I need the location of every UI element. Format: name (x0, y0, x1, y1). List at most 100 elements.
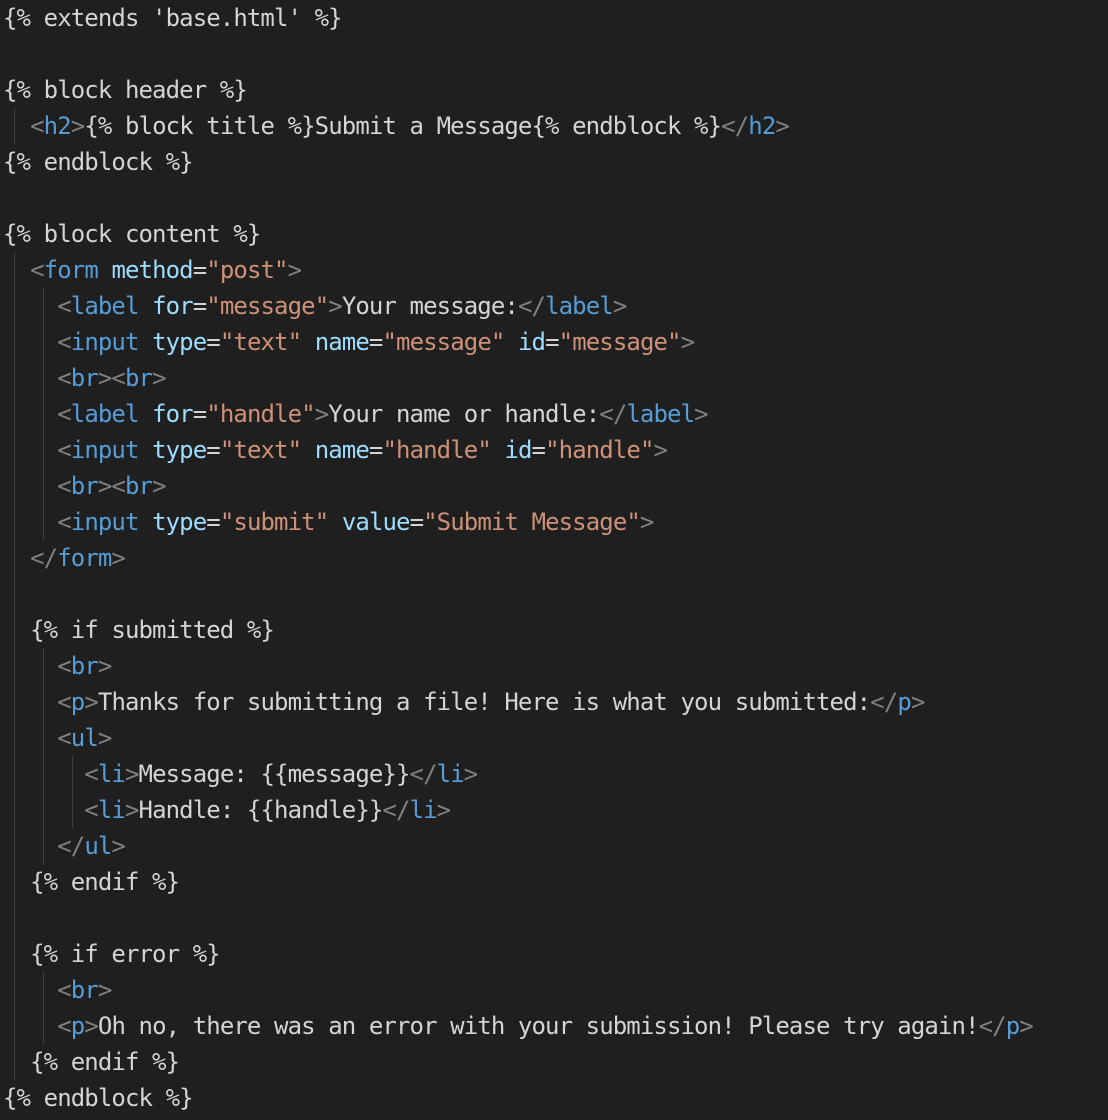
code-token-bracket: > (314, 400, 329, 428)
code-token-bracket: </ (409, 760, 438, 788)
code-token-attr: method (111, 256, 193, 284)
code-token-bracket: < (30, 256, 44, 284)
code-token-tag: li (436, 760, 465, 788)
code-token-bracket: > (124, 760, 139, 788)
code-line: <br> (3, 972, 112, 1008)
code-token-string: "handle" (206, 400, 315, 428)
code-token-text: {% if error %} (3, 940, 221, 968)
code-line: <label for="handle">Your name or handle:… (3, 396, 708, 432)
code-token-bracket: < (57, 436, 71, 464)
code-token-bracket: > (328, 292, 342, 320)
code-token-text: {% endif %} (3, 1048, 180, 1076)
code-line: <input type="text" name="handle" id="han… (3, 432, 668, 468)
code-editor[interactable]: {% extends 'base.html' %} {% block header… (0, 0, 1108, 1120)
code-token-text: = (409, 508, 424, 536)
code-token-string: "handle" (382, 436, 491, 464)
code-token-string: "text" (219, 328, 302, 356)
code-token-attr: for (152, 292, 194, 320)
code-token-bracket: > (97, 724, 112, 752)
code-token-text: {% endblock %} (3, 148, 194, 176)
code-token-tag: li (97, 760, 126, 788)
code-token-text: Your name or handle: (328, 400, 600, 428)
code-token-tag: li (409, 796, 438, 824)
code-token-bracket: > (775, 112, 789, 140)
code-token-tag: br (124, 364, 153, 392)
code-line: {% if error %} (3, 936, 221, 972)
code-token-bracket: > (1019, 1012, 1033, 1040)
code-token-bracket: < (84, 796, 98, 824)
code-token-bracket: > (910, 688, 925, 716)
code-token-bracket: > (612, 292, 627, 320)
code-token-bracket: </ (517, 292, 546, 320)
code-token-bracket: < (57, 508, 71, 536)
code-token-bracket: > (111, 832, 125, 860)
code-token-text: = (206, 508, 220, 536)
code-token-bracket: < (57, 1012, 71, 1040)
code-token-bracket: > (84, 688, 98, 716)
code-token-attr: id (517, 328, 546, 356)
code-token-bracket: < (57, 328, 71, 356)
code-token-text: {% block title %}Submit a Message{% endb… (84, 112, 722, 140)
code-line: {% if submitted %} (3, 612, 275, 648)
code-token-text: {% if submitted %} (3, 616, 275, 644)
code-token-bracket: < (57, 688, 71, 716)
code-token-text: = (368, 436, 383, 464)
code-token-bracket: > (70, 112, 85, 140)
code-token-tag: h2 (748, 112, 776, 140)
code-line: {% endif %} (3, 864, 180, 900)
code-token-bracket: > (124, 796, 139, 824)
code-line: <input type="submit" value="Submit Messa… (3, 504, 654, 540)
code-token-bracket: < (57, 724, 71, 752)
code-token-tag: br (70, 652, 99, 680)
code-token-tag: ul (70, 724, 99, 752)
code-token-text: = (531, 436, 546, 464)
code-token-bracket: > (463, 760, 478, 788)
code-token-string: "handle" (545, 436, 654, 464)
code-token-bracket: </ (30, 544, 58, 572)
code-token-string: "text" (219, 436, 302, 464)
code-token-text: Message: {{message}} (138, 760, 411, 788)
code-token-text: {% block content %} (3, 220, 261, 248)
code-token-bracket: < (57, 292, 71, 320)
code-token-tag: label (70, 400, 140, 428)
code-token-text: = (192, 400, 207, 428)
code-token-string: "message" (558, 328, 682, 356)
code-token-tag: p (70, 688, 85, 716)
code-token-attr: name (314, 436, 370, 464)
code-line: {% block header %} (3, 72, 248, 108)
code-token-string: "post" (206, 256, 288, 284)
code-token-attr: for (152, 400, 194, 428)
code-line: {% extends 'base.html' %} (3, 0, 343, 36)
code-line: <br> (3, 648, 112, 684)
code-token-text: {% block header %} (3, 76, 248, 104)
code-token-string: "Submit Message" (423, 508, 641, 536)
code-token-bracket: >< (97, 364, 126, 392)
code-token-string: "message" (206, 292, 329, 320)
code-token-bracket: > (436, 796, 451, 824)
code-token-text: {% extends 'base.html' %} (3, 4, 343, 32)
code-line: <br><br> (3, 360, 166, 396)
code-line: <input type="text" name="message" id="me… (3, 324, 695, 360)
code-token-bracket: > (152, 364, 166, 392)
code-token-bracket: > (97, 652, 112, 680)
code-token-text: Handle: {{handle}} (138, 796, 384, 824)
code-token-tag: input (70, 508, 140, 536)
code-token-bracket: > (287, 256, 302, 284)
code-token-bracket: > (653, 436, 668, 464)
code-token-bracket: < (57, 400, 71, 428)
